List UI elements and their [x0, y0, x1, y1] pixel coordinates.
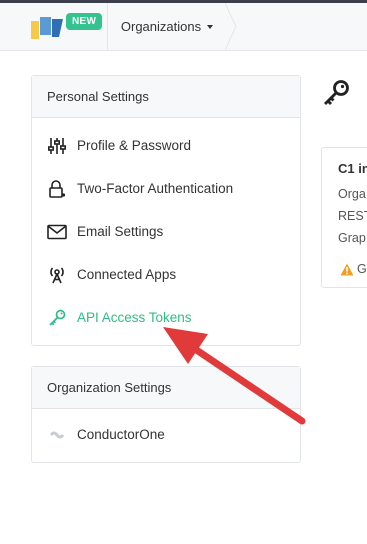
nav-connected-apps[interactable]: Connected Apps [32, 253, 300, 296]
envelope-icon [47, 222, 67, 242]
nav-item-label: Profile & Password [77, 138, 192, 153]
nav-item-label: Email Settings [77, 224, 164, 239]
organization-settings-title: Organization Settings [32, 367, 300, 409]
card-line-rest: REST [338, 209, 367, 223]
org-logo-icon [47, 425, 67, 445]
personal-settings-panel: Personal Settings Profile & Password Two… [31, 75, 301, 346]
card-line-org: Orga [338, 187, 366, 201]
app-logo-icon[interactable] [31, 17, 63, 39]
organizations-label: Organizations [120, 19, 202, 34]
nav-org-conductorone[interactable]: ConductorOne [32, 413, 300, 456]
broadcast-tower-icon [47, 265, 67, 285]
organizations-dropdown[interactable]: Organizations [108, 3, 226, 50]
lock-icon [47, 179, 67, 199]
organization-settings-panel: Organization Settings ConductorOne [31, 366, 301, 463]
card-title: C1 in [338, 161, 367, 176]
card-line-graph: Grap [338, 231, 366, 245]
nav-item-label: ConductorOne [77, 427, 165, 442]
nav-item-label: Connected Apps [77, 267, 177, 282]
page-key-icon [324, 80, 349, 105]
warning-icon [340, 263, 354, 275]
nav-item-label: Two-Factor Authentication [77, 181, 234, 196]
sliders-icon [47, 136, 67, 156]
caret-down-icon [207, 24, 214, 29]
nav-api-access-tokens[interactable]: API Access Tokens [32, 296, 300, 339]
top-header: NEW Organizations [0, 3, 367, 51]
personal-settings-title: Personal Settings [32, 76, 300, 118]
key-icon [47, 308, 67, 328]
nav-two-factor[interactable]: Two-Factor Authentication [32, 167, 300, 210]
nav-profile-password[interactable]: Profile & Password [32, 124, 300, 167]
main-info-card: C1 in Orga REST Grap G [321, 147, 367, 288]
card-warning-text: G [357, 262, 367, 276]
breadcrumb-chevron-icon [225, 3, 237, 50]
nav-item-label: API Access Tokens [77, 310, 192, 325]
nav-email-settings[interactable]: Email Settings [32, 210, 300, 253]
new-badge: NEW [66, 13, 103, 30]
card-warning: G [340, 262, 367, 276]
